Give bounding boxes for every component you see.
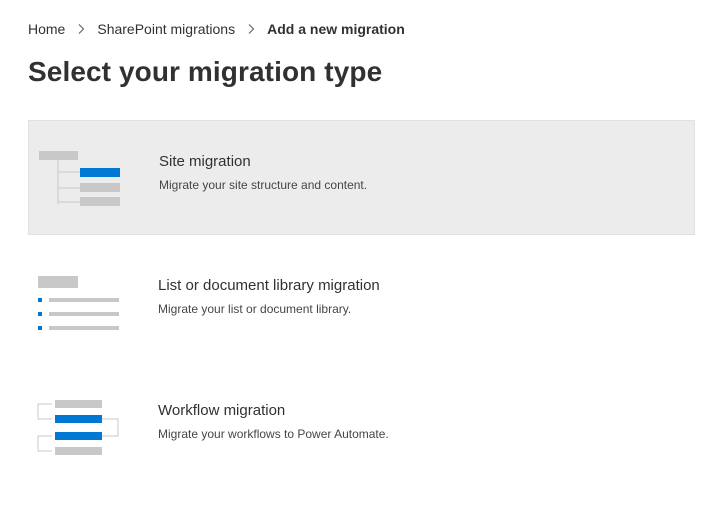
chevron-right-icon [78, 24, 85, 34]
list-migration-title: List or document library migration [158, 277, 380, 294]
breadcrumb-home-link[interactable]: Home [28, 21, 65, 37]
site-migration-description: Migrate your site structure and content. [159, 178, 368, 192]
migration-type-page: Home SharePoint migrations Add a new mig… [0, 0, 712, 509]
list-illustration [38, 276, 119, 330]
breadcrumb-current: Add a new migration [267, 21, 405, 37]
list-migration-description: Migrate your list or document library. [158, 302, 352, 316]
workflow-illustration [37, 400, 119, 455]
breadcrumb-sharepoint-migrations-link[interactable]: SharePoint migrations [97, 21, 235, 37]
breadcrumb: Home SharePoint migrations Add a new mig… [28, 19, 405, 39]
site-hierarchy-illustration [39, 151, 120, 206]
workflow-migration-option[interactable]: Workflow migration Migrate your workflow… [28, 370, 695, 485]
page-title: Select your migration type [28, 56, 383, 87]
site-migration-option[interactable]: Site migration Migrate your site structu… [28, 120, 695, 235]
site-migration-title: Site migration [159, 153, 251, 170]
workflow-migration-title: Workflow migration [158, 402, 286, 419]
workflow-migration-description: Migrate your workflows to Power Automate… [158, 427, 389, 441]
list-migration-option[interactable]: List or document library migration Migra… [28, 245, 695, 360]
chevron-right-icon [248, 24, 255, 34]
